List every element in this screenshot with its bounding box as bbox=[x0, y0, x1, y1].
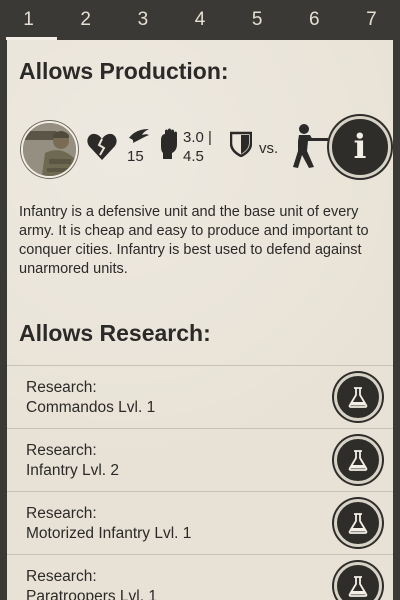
broken-heart-icon bbox=[87, 133, 117, 160]
shield-icon bbox=[230, 131, 252, 157]
info-button[interactable]: i bbox=[329, 116, 391, 178]
flask-icon bbox=[348, 513, 368, 534]
rifleman-icon bbox=[293, 124, 328, 168]
wings-icon bbox=[129, 129, 149, 143]
research-button[interactable] bbox=[334, 499, 382, 547]
research-button[interactable] bbox=[334, 436, 382, 484]
tab-7[interactable]: 7 bbox=[343, 0, 400, 40]
research-item-label: Research: Commandos Lvl. 1 bbox=[26, 379, 156, 416]
fist-icon bbox=[161, 128, 177, 159]
tab-4[interactable]: 4 bbox=[171, 0, 228, 40]
research-button[interactable] bbox=[334, 373, 382, 421]
research-item-label: Research: Paratroopers Lvl. 1 bbox=[26, 568, 157, 600]
production-title: Allows Production: bbox=[19, 58, 229, 84]
tab-5[interactable]: 5 bbox=[229, 0, 286, 40]
research-item-label: Research: Infantry Lvl. 2 bbox=[26, 442, 120, 479]
info-icon: i bbox=[353, 127, 367, 167]
research-item-motorized-infantry[interactable]: Research: Motorized Infantry Lvl. 1 bbox=[7, 491, 393, 553]
speed-value: 15 bbox=[127, 148, 144, 165]
attack-value-line2: 4.5 bbox=[183, 148, 204, 165]
flask-icon bbox=[348, 450, 368, 471]
research-item-paratroopers[interactable]: Research: Paratroopers Lvl. 1 bbox=[7, 554, 393, 600]
flask-icon bbox=[348, 576, 368, 597]
tab-2[interactable]: 2 bbox=[57, 0, 114, 40]
research-item-label: Research: Motorized Infantry Lvl. 1 bbox=[26, 505, 192, 542]
infantry-portrait-icon[interactable] bbox=[21, 121, 78, 178]
research-item-infantry[interactable]: Research: Infantry Lvl. 2 bbox=[7, 428, 393, 490]
content-panel: Allows Production: 15 3.0 | 4.5 vs. i In… bbox=[7, 40, 393, 600]
tab-3[interactable]: 3 bbox=[114, 0, 171, 40]
research-item-commandos[interactable]: Research: Commandos Lvl. 1 bbox=[7, 365, 393, 427]
unit-description: Infantry is a defensive unit and the bas… bbox=[19, 204, 369, 277]
research-title: Allows Research: bbox=[19, 320, 211, 346]
tab-bar: 1 2 3 4 5 6 7 bbox=[0, 0, 400, 40]
frame-right bbox=[393, 40, 400, 600]
frame-left bbox=[0, 40, 7, 600]
research-button[interactable] bbox=[334, 562, 382, 600]
tab-1[interactable]: 1 bbox=[0, 0, 58, 40]
flask-icon bbox=[348, 387, 368, 408]
tab-6[interactable]: 6 bbox=[286, 0, 343, 40]
attack-value-line1: 3.0 | bbox=[183, 129, 212, 146]
vs-label: vs. bbox=[259, 140, 279, 157]
